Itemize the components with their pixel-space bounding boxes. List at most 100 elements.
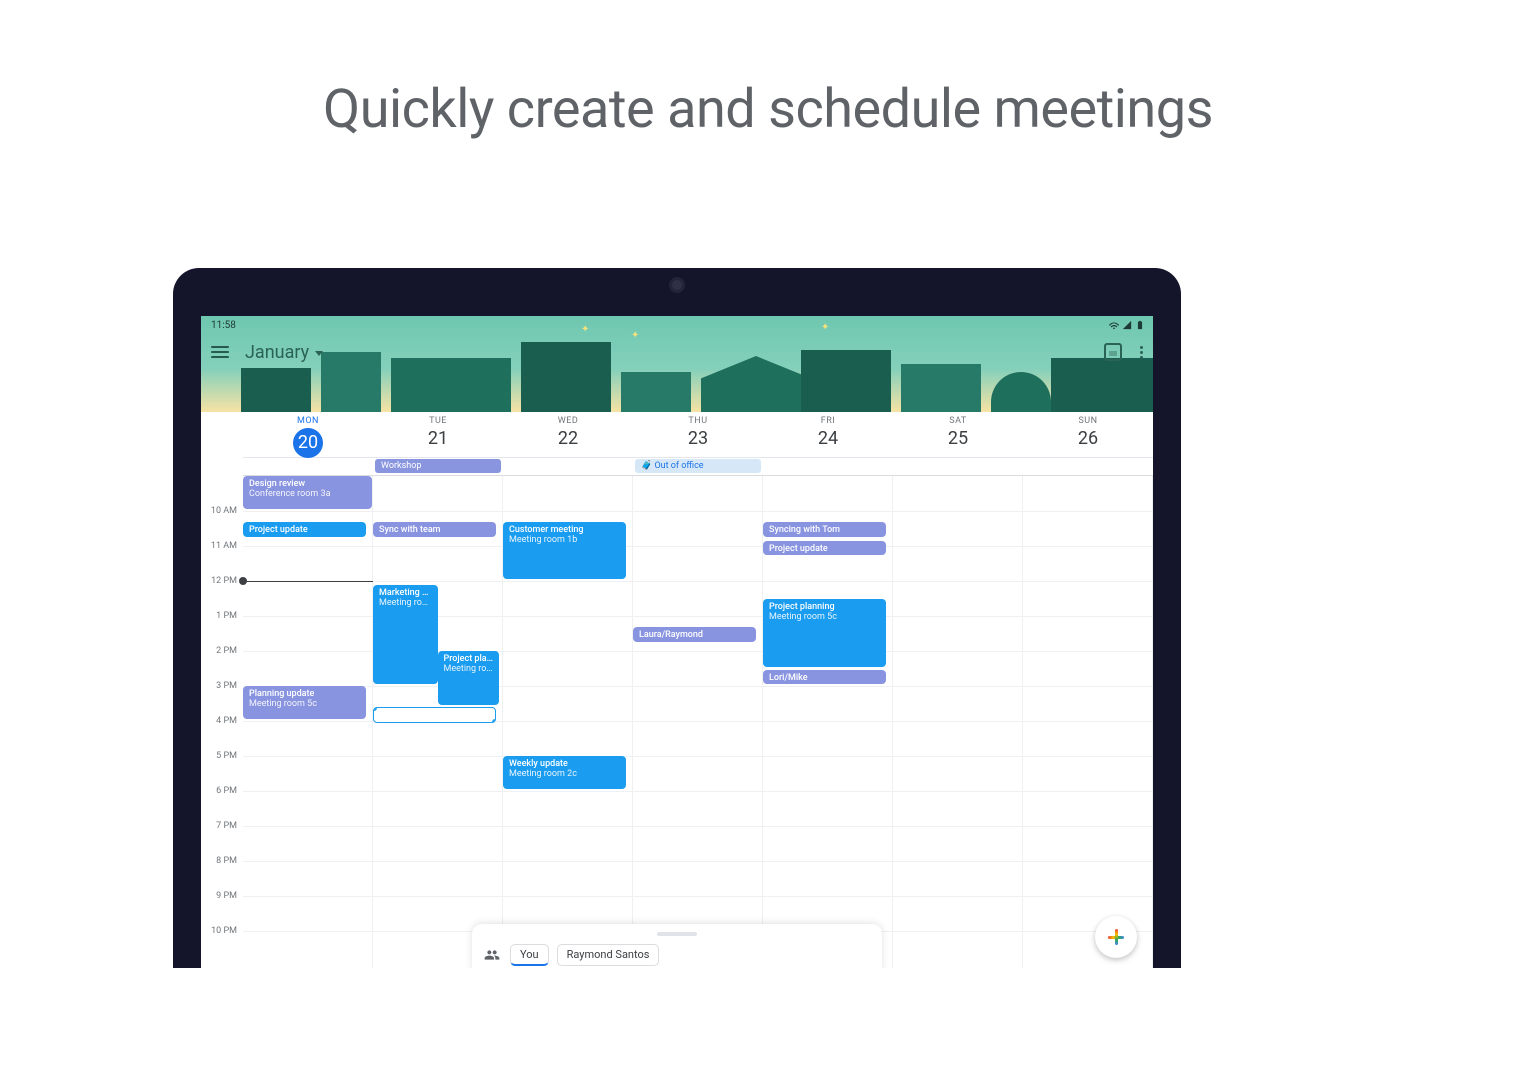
day-abbr: FRI (763, 416, 893, 426)
calendar-event[interactable]: Lori/Mike (763, 670, 886, 684)
event-title: Planning update (249, 689, 360, 699)
time-grid[interactable]: 10 AM 11 AM 12 PM 1 PM 2 PM 3 PM 4 PM 5 PM 6 PM 7… (201, 476, 1153, 968)
calendar-event[interactable]: Laura/Raymond (633, 627, 756, 643)
calendar-event[interactable]: Project update (243, 522, 366, 538)
day-number: 20 (293, 428, 323, 458)
event-title: Laura/Raymond (639, 630, 750, 640)
event-title: Weekly update (509, 759, 620, 769)
day-column[interactable]: Design reviewConference room 3a Project u… (243, 476, 373, 968)
overflow-menu-icon[interactable] (1140, 346, 1143, 359)
event-subtitle: Meeting room (379, 598, 432, 608)
event-title: Lori/Mike (769, 673, 880, 683)
hour-label: 5 PM (216, 751, 237, 761)
calendar-event[interactable]: Design reviewConference room 3a (243, 476, 372, 509)
day-column[interactable] (1023, 476, 1153, 968)
hour-label: 6 PM (216, 786, 237, 796)
day-column[interactable] (893, 476, 1023, 968)
chevron-down-icon (315, 351, 323, 356)
marketing-headline: Quickly create and schedule meetings (0, 78, 1536, 141)
day-abbr: MON (243, 416, 373, 426)
calendar-event[interactable]: Project planningMeeting room 5c (763, 599, 886, 667)
hour-label: 3 PM (216, 681, 237, 691)
hour-label: 7 PM (216, 821, 237, 831)
day-column[interactable]: Sync with teamMarketing workshopMeeting … (373, 476, 503, 968)
hour-label: 10 AM (211, 506, 237, 516)
calendar-event[interactable]: Sync with team (373, 522, 496, 538)
day-column[interactable]: Laura/Raymond (633, 476, 763, 968)
status-time: 11:58 (211, 320, 236, 331)
calendar-app: ✦ ✦ ✦ 11:58 Janua (201, 316, 1153, 968)
hour-label: 12 PM (211, 576, 237, 586)
event-subtitle: Conference room 3a (249, 489, 366, 499)
day-abbr: WED (503, 416, 633, 426)
calendar-event[interactable]: Project update (763, 541, 886, 555)
new-event-selection[interactable] (373, 707, 496, 723)
calendar-event[interactable]: Planning updateMeeting room 5c (243, 686, 366, 719)
day-header[interactable]: MON 20 (243, 412, 373, 458)
attendee-chip[interactable]: You (510, 944, 549, 966)
today-button[interactable] (1104, 343, 1122, 361)
hour-label: 2 PM (216, 646, 237, 656)
day-header[interactable]: THU 23 (633, 412, 763, 458)
day-abbr: TUE (373, 416, 503, 426)
day-number: 21 (373, 428, 503, 449)
calendar-event[interactable]: Customer meetingMeeting room 1b (503, 522, 626, 580)
day-abbr: SAT (893, 416, 1023, 426)
allday-event-title: Workshop (381, 461, 421, 471)
day-column[interactable]: Syncing with Tom Project update Project pl… (763, 476, 893, 968)
day-header-row: MON 20 TUE 21WED 22THU 23FRI 24SAT25SUN26 (243, 412, 1153, 458)
event-title: Project planning (444, 654, 494, 664)
allday-slot: Workshop (373, 458, 503, 475)
menu-icon[interactable] (211, 346, 229, 358)
hour-label: 1 PM (216, 611, 237, 621)
briefcase-icon: 🧳 (641, 461, 654, 471)
event-subtitle: Meeting room 5c (769, 612, 880, 622)
status-icons (1109, 320, 1145, 330)
day-number: 23 (633, 428, 763, 449)
wifi-icon (1109, 320, 1119, 330)
allday-slot: 🧳 Out of office (633, 458, 763, 475)
day-number: 24 (763, 428, 893, 449)
day-column[interactable]: Customer meetingMeeting room 1b Weekly up… (503, 476, 633, 968)
hour-label: 10 PM (211, 926, 237, 936)
allday-slot (763, 458, 893, 475)
hour-label: 8 PM (216, 856, 237, 866)
tablet-camera (672, 280, 682, 290)
allday-slot (1023, 458, 1153, 475)
day-header[interactable]: TUE 21 (373, 412, 503, 458)
calendar-event[interactable]: Project planningMeeting room (438, 651, 500, 705)
day-header[interactable]: WED 22 (503, 412, 633, 458)
allday-event[interactable]: 🧳 Out of office (635, 459, 761, 473)
hour-label: 4 PM (216, 716, 237, 726)
day-abbr: THU (633, 416, 763, 426)
attendee-chip[interactable]: Raymond Santos (557, 944, 660, 966)
day-header[interactable]: SUN26 (1023, 412, 1153, 458)
status-bar: 11:58 (201, 316, 1153, 332)
calendar-event[interactable]: Syncing with Tom (763, 522, 886, 538)
day-header[interactable]: SAT25 (893, 412, 1023, 458)
day-number: 22 (503, 428, 633, 449)
battery-icon (1135, 320, 1145, 330)
event-title: Marketing workshop (379, 588, 432, 598)
day-header[interactable]: FRI 24 (763, 412, 893, 458)
allday-slot (243, 458, 373, 475)
month-picker[interactable]: January (245, 342, 323, 363)
attendee-sheet[interactable]: You Raymond Santos (472, 924, 882, 968)
event-title: Project update (249, 525, 360, 535)
allday-event[interactable]: Workshop (375, 459, 501, 473)
event-title: Sync with team (379, 525, 490, 535)
create-event-fab[interactable] (1095, 916, 1137, 958)
allday-event-title: Out of office (654, 461, 703, 471)
tablet-frame: ✦ ✦ ✦ 11:58 Janua (173, 268, 1181, 968)
people-icon (484, 947, 500, 963)
allday-slot (503, 458, 633, 475)
calendar-event[interactable]: Marketing workshopMeeting room (373, 585, 438, 685)
sheet-drag-handle[interactable] (657, 932, 697, 936)
month-label: January (245, 342, 309, 363)
hour-label: 11 AM (211, 541, 237, 551)
calendar-event[interactable]: Weekly updateMeeting room 2c (503, 756, 626, 789)
event-title: Customer meeting (509, 525, 620, 535)
event-subtitle: Meeting room (444, 664, 494, 674)
event-subtitle: Meeting room 2c (509, 769, 620, 779)
signal-icon (1122, 320, 1132, 330)
